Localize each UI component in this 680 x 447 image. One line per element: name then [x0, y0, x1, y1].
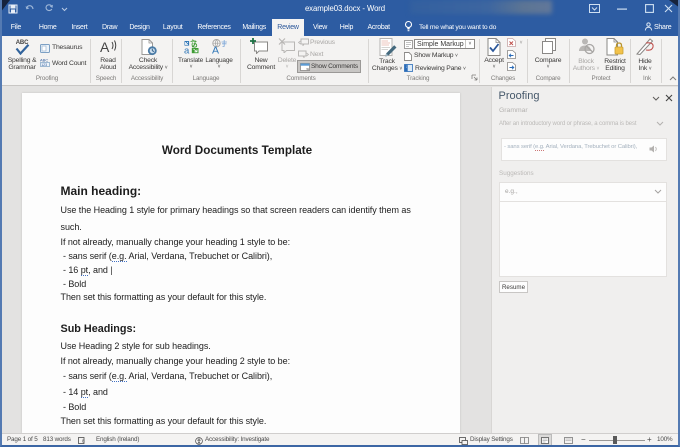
svg-text:A: A [100, 39, 110, 54]
svg-text:a: a [184, 46, 190, 55]
svg-text:ABC: ABC [40, 58, 48, 63]
svg-text:123: 123 [41, 63, 47, 67]
svg-text:8: 8 [82, 439, 85, 444]
svg-text:A: A [212, 45, 219, 55]
